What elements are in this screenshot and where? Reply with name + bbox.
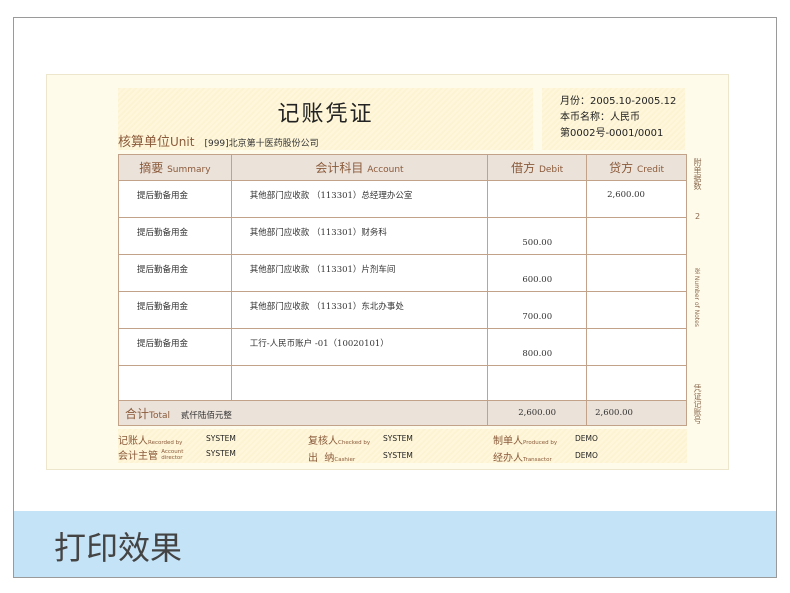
cell-summary: 提后勤备用金 xyxy=(118,291,232,329)
unit-value: [999]北京第十医药股份公司 xyxy=(204,139,319,149)
unit-label: 核算单位 xyxy=(118,135,171,150)
signature-cashier: 出 纳Cashier SYSTEM xyxy=(308,451,413,464)
cell-credit xyxy=(586,365,687,401)
cell-credit xyxy=(586,254,687,292)
cell-account: 工行-人民币账户 -01（10020101） xyxy=(230,328,489,366)
cell-summary: 提后勤备用金 xyxy=(118,328,232,366)
caption: 打印效果 xyxy=(54,529,183,567)
voucher-table: 摘要 Summary 会计科目 Account 借方 Debit 贷方 Cred… xyxy=(117,154,687,426)
unit-label-en: Unit xyxy=(170,135,195,149)
cell-credit: 2,600.00 xyxy=(586,180,687,218)
cell-account xyxy=(230,365,489,401)
attach-label: 附单据数 xyxy=(693,158,702,190)
header-debit: 借方 Debit xyxy=(487,154,588,181)
cell-account: 其他部门应收款 （113301）东北办事处 xyxy=(230,291,489,329)
signature-director: 会计主管 Account director SYSTEM xyxy=(118,449,236,462)
header-credit: 贷方 Credit xyxy=(586,154,687,181)
info-box: 月份：2005.10-2005.12 本币名称：人民币 第0002号-0001/… xyxy=(542,88,685,150)
attach-count: 2 xyxy=(695,212,701,221)
cell-account: 其他部门应收款 （113301）总经理办公室 xyxy=(230,180,489,218)
signature-transactor: 经办人Transactor DEMO xyxy=(493,451,598,464)
total-label: 合计Total 贰仟陆佰元整 xyxy=(117,400,489,426)
cell-account: 其他部门应收款 （113301）片剂车间 xyxy=(230,254,489,292)
header-account: 会计科目 Account xyxy=(230,154,489,181)
cell-debit: 500.00 xyxy=(487,217,588,255)
cell-debit: 800.00 xyxy=(487,328,588,366)
header-summary: 摘要 Summary xyxy=(118,154,232,181)
signature-area: 记账人Recorded by SYSTEM 复核人Checked by SYSTEM… xyxy=(118,429,687,464)
cell-summary: 提后勤备用金 xyxy=(118,254,232,292)
total-row: 合计Total 贰仟陆佰元整 2,600.00 2,600.00 xyxy=(117,400,687,426)
cell-debit xyxy=(487,365,588,401)
voucher-title: 记账凭证 xyxy=(277,102,374,127)
table-row xyxy=(118,365,687,401)
total-debit: 2,600.00 xyxy=(487,400,588,426)
cell-debit: 600.00 xyxy=(487,254,588,292)
cell-credit xyxy=(586,328,687,366)
cell-summary: 提后勤备用金 xyxy=(118,217,232,255)
voucher-number: 第0002号-0001/0001 xyxy=(560,128,664,139)
cell-debit: 700.00 xyxy=(487,291,588,329)
currency: 本币名称：人民币 xyxy=(560,112,640,123)
signature-checker: 复核人Checked by SYSTEM xyxy=(308,434,413,447)
period: 月份：2005.10-2005.12 xyxy=(560,96,677,107)
table-row: 提后勤备用金 其他部门应收款 （113301）东北办事处 700.00 xyxy=(118,291,687,329)
cell-credit xyxy=(586,217,687,255)
table-header: 摘要 Summary 会计科目 Account 借方 Debit 贷方 Cred… xyxy=(118,154,687,181)
cell-credit xyxy=(586,291,687,329)
total-words: 贰仟陆佰元整 xyxy=(180,410,232,421)
caption-band: 打印效果 xyxy=(14,511,776,577)
cell-summary xyxy=(118,365,232,401)
cell-account: 其他部门应收款 （113301）财务科 xyxy=(230,217,489,255)
side-bottom-label: 凭证记账号 xyxy=(693,384,702,424)
accounting-unit: 核算单位Unit [999]北京第十医药股份公司 xyxy=(118,131,319,150)
cell-debit xyxy=(487,180,588,218)
total-credit: 2,600.00 xyxy=(586,400,687,426)
table-row: 提后勤备用金 其他部门应收款 （113301）总经理办公室 2,600.00 xyxy=(118,180,687,218)
cell-summary: 提后勤备用金 xyxy=(118,180,232,218)
signature-recorder: 记账人Recorded by SYSTEM xyxy=(118,434,236,447)
table-row: 提后勤备用金 其他部门应收款 （113301）片剂车间 600.00 xyxy=(118,254,687,292)
signature-producer: 制单人Produced by DEMO xyxy=(493,434,598,447)
table-row: 提后勤备用金 工行-人民币账户 -01（10020101） 800.00 xyxy=(118,328,687,366)
table-row: 提后勤备用金 其他部门应收款 （113301）财务科 500.00 xyxy=(118,217,687,255)
attach-unit: 张 Number of Notes xyxy=(693,268,700,327)
